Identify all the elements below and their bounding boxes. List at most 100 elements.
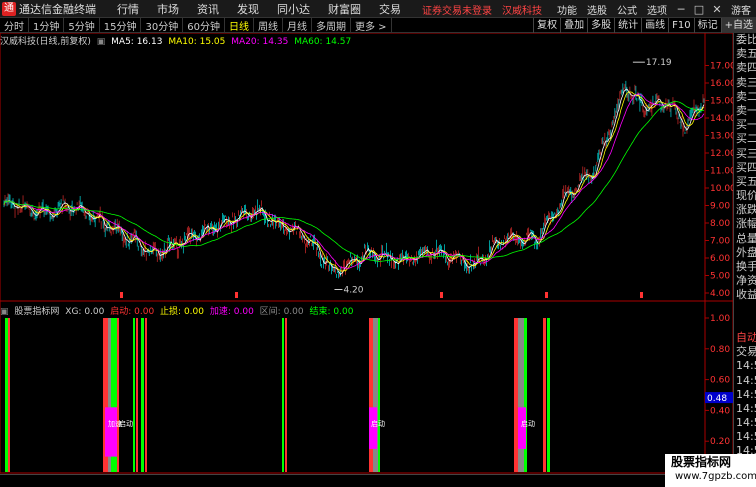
period-5min[interactable]: 5分钟	[64, 17, 100, 33]
ma-info-bar: 汉威科技(日线,前复权) ▣ MA5: 16.13 MA10: 15.05 MA…	[0, 34, 354, 47]
start-value: 启动: 0.00	[110, 307, 155, 317]
price-tick-label: 5.00	[710, 272, 730, 282]
tool-overlay[interactable]: 叠加	[560, 18, 587, 33]
period-30min[interactable]: 30分钟	[141, 17, 184, 33]
title-bar: 通 通达信金融终端 行情 市场 资讯 发现 同小达 财富圈 交易 证券交易未登录…	[0, 0, 756, 18]
maximize-icon[interactable]: □	[690, 3, 708, 16]
signal-bar	[117, 318, 119, 472]
menu-market[interactable]: 市场	[148, 1, 188, 17]
period-15min[interactable]: 15分钟	[100, 17, 142, 33]
side-panel-item: 14:50	[736, 416, 756, 430]
side-panel-item: 买一	[736, 118, 756, 132]
period-timeshare[interactable]: 分时	[0, 17, 29, 33]
ma60-value: MA60: 14.57	[294, 37, 352, 47]
accelerate-block	[105, 407, 117, 457]
stock-name: 汉威科技	[502, 5, 542, 17]
ma10-line	[3, 91, 705, 272]
period-more[interactable]: 更多 >	[351, 17, 392, 33]
kline-chart[interactable]: 17.00 16.00 15.00 14.00 13.00 12.00 11.00 10.00…	[0, 33, 733, 487]
event-marker-icon	[120, 292, 123, 298]
period-weekly[interactable]: 周线	[254, 17, 283, 33]
signal-bar	[543, 318, 546, 472]
signal-bar	[141, 318, 144, 472]
menu-quotes[interactable]: 行情	[108, 1, 148, 17]
signal-bar	[136, 318, 138, 472]
side-panel-item: 买五	[736, 174, 756, 188]
period-multi[interactable]: 多周期	[312, 17, 351, 33]
accelerate-block	[518, 407, 526, 449]
signal-bar	[145, 318, 147, 472]
ma20-line	[3, 93, 705, 269]
ma20-value: MA20: 14.35	[231, 37, 289, 47]
app-logo-icon: 通	[2, 1, 16, 16]
status-bar	[0, 474, 756, 487]
tool-multi[interactable]: 多股	[587, 18, 614, 33]
menu-select-stock[interactable]: 选股	[587, 2, 607, 17]
indicator-bar: ▣ 股票指标网 XG: 0.00 启动: 0.00 止损: 0.00 加速: 0…	[0, 304, 356, 317]
menu-discover[interactable]: 发现	[228, 1, 268, 17]
tool-stats[interactable]: 统计	[614, 18, 641, 33]
signal-bar	[282, 318, 284, 472]
ma5-value: MA5: 16.13	[111, 37, 163, 47]
menu-trade[interactable]: 交易	[370, 1, 410, 17]
side-panel-item: 14:50	[736, 401, 756, 415]
current-value-label: 0.48	[707, 394, 727, 404]
user-label[interactable]: 游客	[731, 2, 751, 17]
tool-mark[interactable]: 标记	[693, 18, 721, 33]
side-panel-item: 卖一	[736, 103, 756, 117]
side-panel-item: 收益	[736, 288, 756, 302]
price-tick-label: 15.00	[710, 97, 733, 107]
login-notice[interactable]: 证券交易未登录	[422, 2, 492, 17]
signal-label: 启动	[371, 419, 385, 428]
price-tick-label: 4.00	[710, 289, 730, 299]
tool-f10[interactable]: F10	[668, 18, 693, 33]
ma60-line	[3, 101, 705, 263]
signal-bar	[547, 318, 550, 472]
period-monthly[interactable]: 月线	[283, 17, 312, 33]
tool-draw[interactable]: 画线	[641, 18, 668, 33]
indicator-tick-label: 0.60	[710, 376, 730, 386]
signal-bar	[378, 318, 380, 472]
tool-adjust[interactable]: 复权	[533, 18, 560, 33]
menu-options[interactable]: 选项	[647, 2, 667, 17]
price-tick-label: 14.00	[710, 114, 733, 124]
side-panel-item: 卖二	[736, 89, 756, 103]
signal-label: 启动	[119, 419, 133, 428]
event-marker-icon	[235, 292, 238, 298]
tool-add-watchlist[interactable]: +自选	[720, 18, 756, 33]
accelerate-block	[369, 407, 377, 449]
menu-formula[interactable]: 公式	[617, 2, 637, 17]
indicator-tick-label: 1.00	[710, 314, 730, 324]
menu-news[interactable]: 资讯	[188, 1, 228, 17]
price-tick-label: 13.00	[710, 132, 733, 142]
event-marker-icon	[640, 292, 643, 298]
price-tick-label: 17.00	[710, 62, 733, 72]
zone-value: 区间: 0.00	[259, 307, 304, 317]
close-icon[interactable]: ✕	[708, 3, 726, 16]
side-panel-item: 卖三	[736, 75, 756, 89]
stock-title: 汉威科技(日线,前复权)	[0, 37, 91, 47]
chart-tools: 复权 叠加 多股 统计 画线 F10 标记 +自选	[533, 18, 756, 33]
side-panel-item: 买四	[736, 160, 756, 174]
period-60min[interactable]: 60分钟	[183, 17, 225, 33]
side-panel-item: 14:50	[736, 359, 756, 373]
side-panel-item: 涨跌	[736, 203, 756, 217]
menu-ask[interactable]: 同小达	[268, 1, 319, 17]
side-panel-item: 14:50	[736, 430, 756, 444]
watermark-line2: www.7gpzb.com	[675, 471, 756, 482]
period-1min[interactable]: 1分钟	[29, 17, 65, 33]
indicator-icon[interactable]: ▣	[0, 307, 9, 317]
minimize-icon[interactable]: ─	[672, 3, 690, 16]
end-value: 结束: 0.00	[309, 307, 354, 317]
side-panel-item: 外盘	[736, 245, 756, 259]
menu-wealth[interactable]: 财富圈	[319, 1, 370, 17]
side-panel-item: 卖四	[736, 61, 756, 75]
watermark-line1: 股票指标网	[671, 455, 732, 469]
signal-label: 启动	[521, 419, 535, 428]
dropdown-icon[interactable]: ▣	[97, 37, 106, 47]
watermark-logo: 股票指标网 www.7gpzb.com	[665, 454, 756, 487]
side-panel-item: 买三	[736, 146, 756, 160]
period-daily[interactable]: 日线	[225, 17, 254, 33]
side-panel-item: 14:50	[736, 373, 756, 387]
menu-functions[interactable]: 功能	[557, 2, 577, 17]
